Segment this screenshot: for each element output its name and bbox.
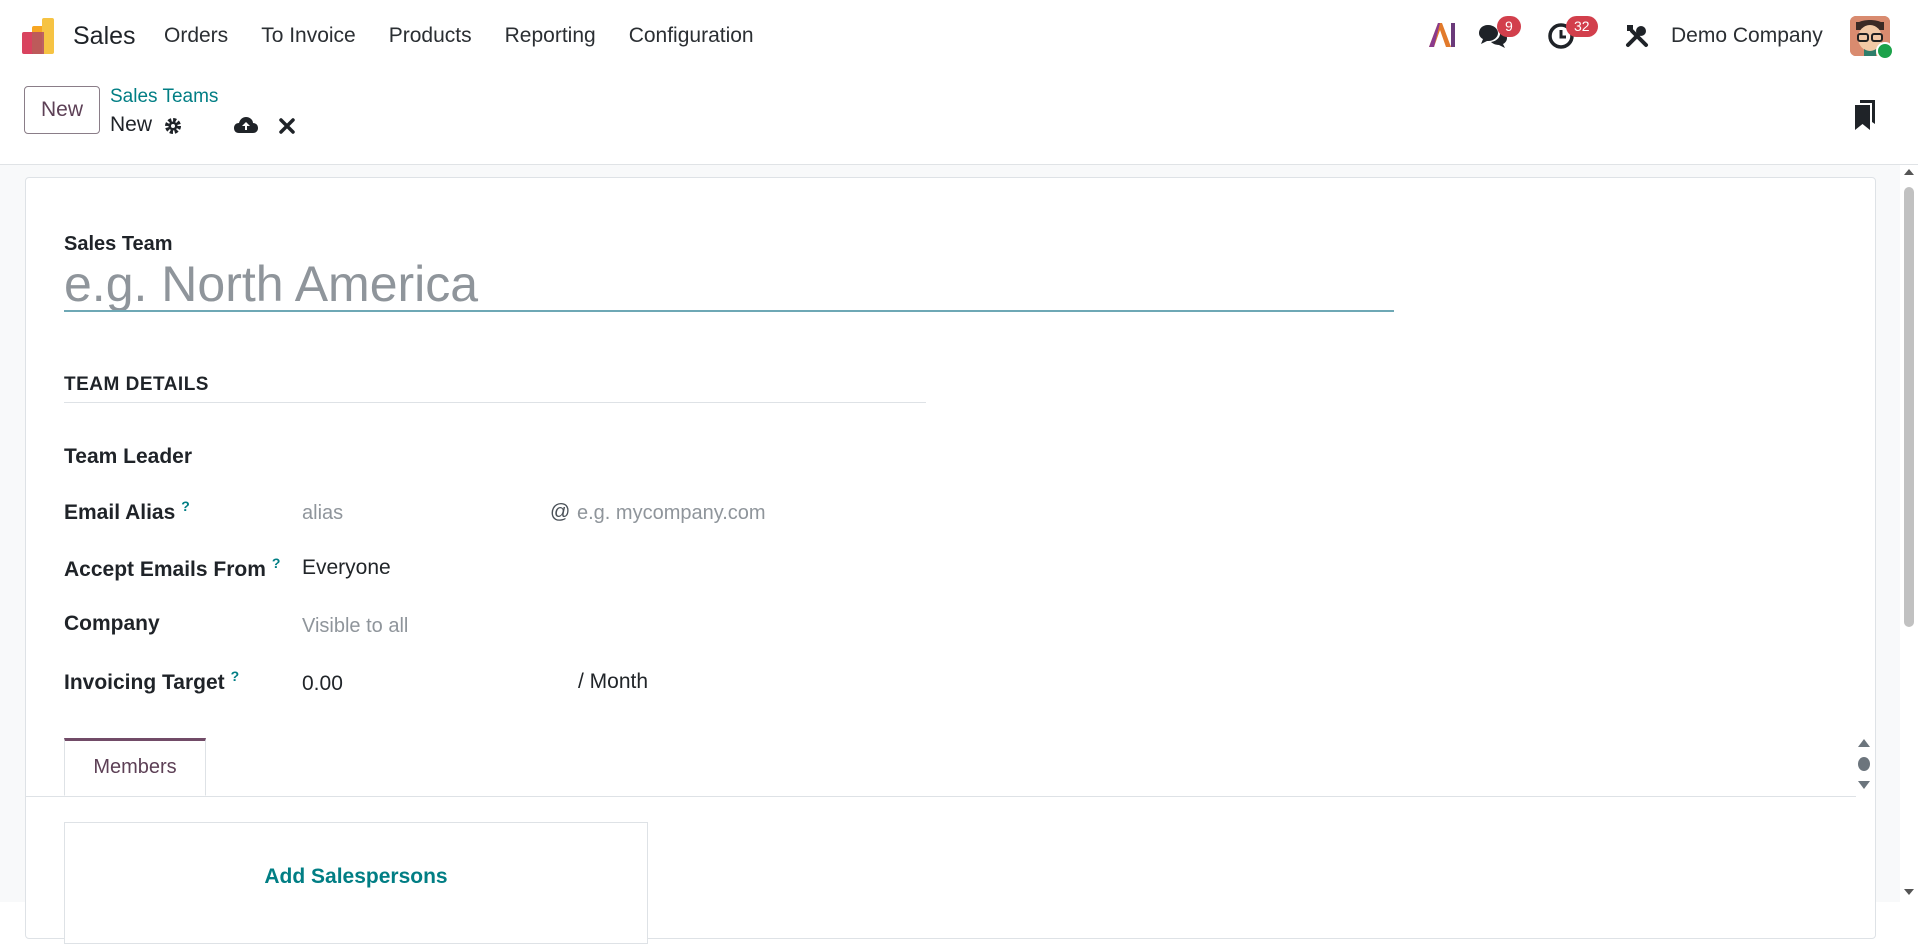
discard-close-icon[interactable] (279, 118, 295, 134)
members-kanban-box: Add Salespersons (64, 822, 648, 944)
invoicing-target-help[interactable]: ? (231, 668, 240, 684)
breadcrumb-current: New (110, 113, 153, 136)
email-alias-text: Email Alias (64, 501, 176, 524)
gear-icon[interactable] (163, 116, 183, 136)
email-alias-help[interactable]: ? (181, 498, 190, 514)
scroll-up-icon[interactable] (1900, 165, 1918, 179)
main-menu: Orders To Invoice Products Reporting Con… (164, 24, 787, 48)
at-symbol: @ (550, 501, 571, 523)
menu-orders[interactable]: Orders (164, 24, 228, 48)
page-scrollbar[interactable] (1900, 165, 1918, 902)
tabs-divider (26, 796, 1856, 797)
menu-products[interactable]: Products (389, 24, 472, 48)
menu-to-invoice[interactable]: To Invoice (261, 24, 356, 48)
sales-team-name-input[interactable] (64, 258, 1394, 312)
online-status-dot (1876, 42, 1894, 60)
team-leader-label: Team Leader (64, 445, 192, 468)
sales-app-icon[interactable] (22, 18, 58, 54)
company-switcher[interactable]: Demo Company (1671, 24, 1823, 48)
accept-emails-help[interactable]: ? (272, 555, 281, 571)
form-sheet: Sales Team TEAM DETAILS Team Leader Emai… (25, 177, 1876, 944)
alias-domain-input[interactable] (577, 499, 907, 527)
add-salespersons-button[interactable]: Add Salespersons (65, 865, 647, 889)
new-button[interactable]: New (24, 86, 100, 134)
save-cloud-icon[interactable] (233, 115, 259, 135)
tab-members[interactable]: Members (64, 738, 206, 796)
invoicing-target-input[interactable] (302, 670, 562, 698)
top-navbar: Sales Orders To Invoice Products Reporti… (0, 0, 1918, 74)
sales-team-label: Sales Team (64, 233, 173, 255)
company-label: Company (64, 612, 160, 635)
scroll-down-icon[interactable] (1900, 885, 1918, 899)
team-leader-input[interactable] (302, 445, 922, 473)
ai-icon[interactable] (1427, 21, 1457, 49)
email-alias-label: Email Alias? (64, 498, 190, 525)
control-panel: New Sales Teams New (0, 74, 1918, 165)
team-details-heading: TEAM DETAILS (64, 374, 209, 395)
invoicing-target-text: Invoicing Target (64, 671, 225, 694)
menu-configuration[interactable]: Configuration (629, 24, 754, 48)
app-name[interactable]: Sales (73, 22, 136, 51)
section-divider (64, 402, 926, 403)
menu-reporting[interactable]: Reporting (505, 24, 596, 48)
accept-emails-text: Accept Emails From (64, 558, 266, 581)
debug-tools-icon[interactable] (1624, 23, 1650, 49)
bookmark-icon[interactable] (1855, 100, 1875, 130)
accept-emails-select[interactable]: Everyone (302, 556, 391, 580)
per-month-label: / Month (578, 670, 649, 693)
messages-badge: 9 (1497, 16, 1521, 37)
scroll-arrows-icon[interactable] (1857, 738, 1871, 790)
invoicing-target-label: Invoicing Target? (64, 668, 239, 695)
accept-emails-label: Accept Emails From? (64, 555, 280, 582)
breadcrumb-sales-teams[interactable]: Sales Teams (110, 86, 218, 108)
scrollbar-thumb[interactable] (1904, 187, 1914, 627)
company-input[interactable] (302, 612, 922, 640)
activities-badge: 32 (1566, 16, 1598, 37)
form-content: Sales Team TEAM DETAILS Team Leader Emai… (0, 165, 1918, 944)
alias-input[interactable] (302, 499, 542, 527)
